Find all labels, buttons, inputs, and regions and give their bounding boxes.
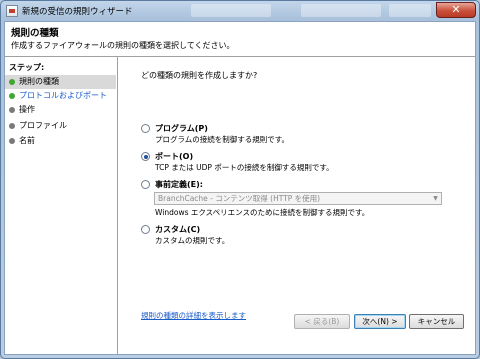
close-button[interactable]: ✕: [436, 2, 476, 18]
step-status-dot-icon: [9, 107, 15, 113]
steps-panel: ステップ: 規則の種類 プロトコルおよびポート 操作 プロファイル 名前: [5, 57, 118, 354]
step-item-protocol-port[interactable]: プロトコルおよびポート: [5, 89, 116, 103]
custom-option-description: カスタムの規則です。: [155, 236, 230, 245]
close-icon: ✕: [451, 3, 461, 16]
program-option-label[interactable]: プログラム(P): [155, 123, 208, 134]
port-option-label[interactable]: ポート(O): [155, 151, 193, 162]
wizard-client-area: 規則の種類 作成するファイアウォールの規則の種類を選択してください。 ステップ:…: [4, 21, 476, 355]
port-radio[interactable]: [141, 152, 150, 161]
steps-heading: ステップ:: [9, 63, 45, 72]
predefined-radio[interactable]: [141, 180, 150, 189]
step-status-dot-icon: [9, 123, 15, 129]
window-title: 新規の受信の規則ウィザード: [22, 7, 133, 17]
port-option-description: TCP または UDP ポートの接続を制御する規則です。: [155, 163, 334, 172]
predefined-option-description: Windows エクスペリエンスのために接続を制御する規則です。: [155, 208, 370, 217]
background-window-ghost: [301, 4, 381, 17]
step-item-rule-type[interactable]: 規則の種類: [5, 75, 116, 89]
background-window-ghost: [389, 4, 431, 17]
custom-option-label[interactable]: カスタム(C): [155, 224, 200, 235]
predefined-rule-select[interactable]: BranchCache - コンテンツ取得 (HTTP を使用) ▼: [154, 192, 442, 205]
step-label: 名前: [19, 136, 35, 145]
page-title: 規則の種類: [11, 28, 59, 39]
next-button[interactable]: 次へ(N) >: [354, 314, 406, 329]
step-label: 規則の種類: [19, 77, 59, 86]
page-description: 作成するファイアウォールの規則の種類を選択してください。: [11, 41, 235, 50]
step-item-name: 名前: [5, 134, 116, 148]
step-status-dot-icon: [9, 93, 15, 99]
firewall-app-icon: [6, 5, 18, 17]
wizard-window: 新規の受信の規則ウィザード ✕ 規則の種類 作成するファイアウォールの規則の種類…: [0, 0, 480, 359]
cancel-button[interactable]: キャンセル: [409, 314, 464, 329]
step-status-dot-icon: [9, 79, 15, 85]
wizard-header: 規則の種類 作成するファイアウォールの規則の種類を選択してください。: [5, 22, 475, 57]
program-option-description: プログラムの接続を制御する規則です。: [155, 135, 290, 144]
program-radio[interactable]: [141, 124, 150, 133]
back-button[interactable]: < 戻る(B): [294, 314, 350, 329]
step-label: プロファイル: [19, 121, 67, 130]
step-label: 操作: [19, 105, 35, 114]
step-status-dot-icon: [9, 138, 15, 144]
title-bar[interactable]: 新規の受信の規則ウィザード ✕: [1, 1, 479, 21]
predefined-option-label[interactable]: 事前定義(E):: [155, 179, 203, 190]
rule-type-panel: どの種類の規則を作成しますか? プログラム(P) プログラムの接続を制御する規則…: [118, 57, 475, 354]
rule-type-details-link[interactable]: 規則の種類の詳細を表示します: [141, 310, 246, 321]
background-window-ghost: [191, 4, 271, 17]
step-item-action: 操作: [5, 103, 116, 117]
predefined-rule-select-value: BranchCache - コンテンツ取得 (HTTP を使用): [158, 194, 321, 203]
step-label: プロトコルおよびポート: [19, 91, 107, 100]
rule-type-question: どの種類の規則を作成しますか?: [141, 71, 258, 80]
step-item-profile: プロファイル: [5, 119, 116, 133]
chevron-down-icon: ▼: [433, 195, 438, 202]
custom-radio[interactable]: [141, 225, 150, 234]
